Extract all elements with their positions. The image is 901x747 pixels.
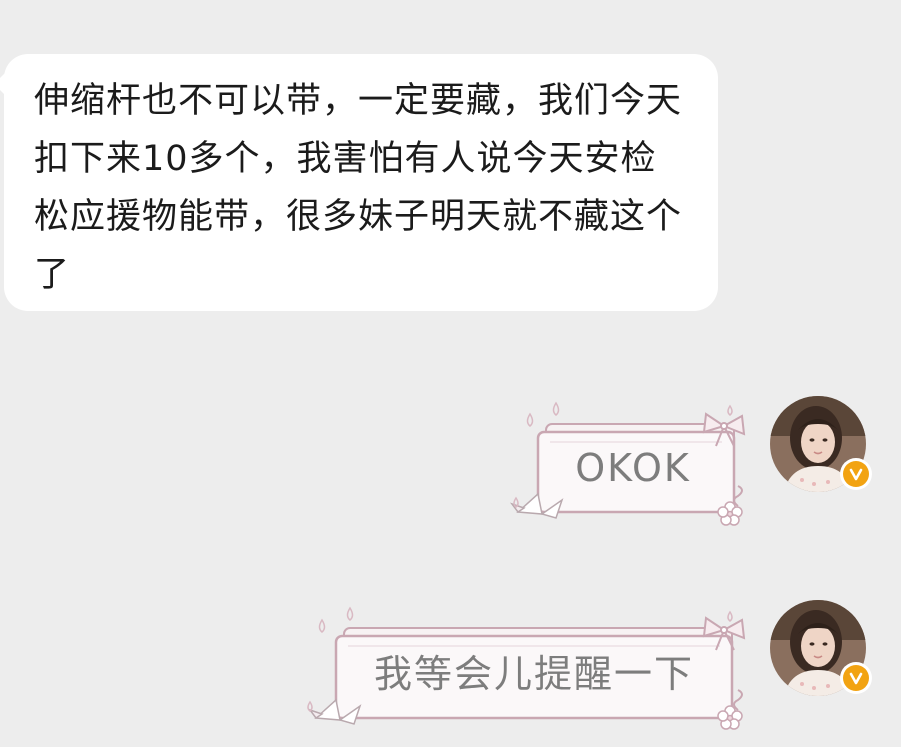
incoming-message-bubble[interactable]: 伸缩杆也不可以带，一定要藏，我们今天扣下来10多个，我害怕有人说今天安检松应援物…: [0, 54, 718, 311]
verified-badge: [840, 458, 872, 490]
outgoing-message-bubble[interactable]: 我等会儿提醒一下: [300, 604, 758, 736]
timestamp: 23:02: [0, 0, 901, 8]
verified-v-icon: [849, 468, 863, 481]
message-text: 我等会儿提醒一下: [373, 652, 694, 696]
avatar[interactable]: [770, 600, 872, 696]
avatar[interactable]: [770, 396, 872, 492]
message-text: 伸缩杆也不可以带，一定要藏，我们今天扣下来10多个，我害怕有人说今天安检松应援物…: [34, 81, 683, 295]
bubble-tail: [0, 72, 6, 96]
verified-badge: [840, 662, 872, 694]
outgoing-message-bubble[interactable]: OKOK: [508, 398, 758, 530]
verified-v-icon: [849, 672, 863, 685]
message-text: OKOK: [575, 446, 691, 490]
